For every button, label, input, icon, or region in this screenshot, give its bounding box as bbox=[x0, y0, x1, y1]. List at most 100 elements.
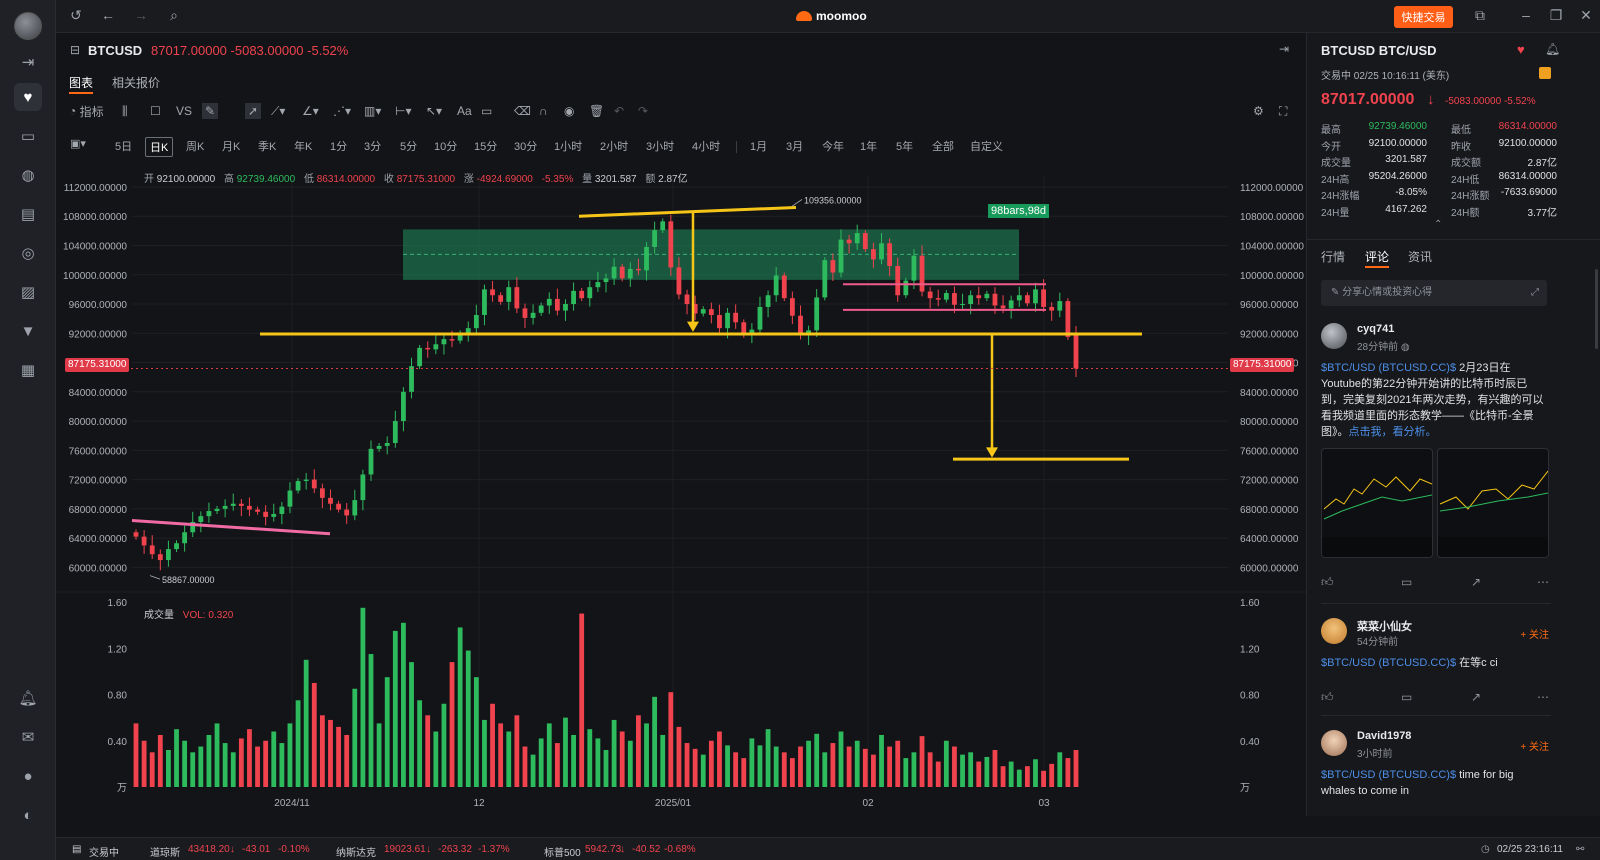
period-10m[interactable]: 10分 bbox=[430, 137, 461, 155]
period-2h[interactable]: 2小时 bbox=[596, 137, 632, 155]
period-15m[interactable]: 15分 bbox=[470, 137, 501, 155]
sp500-name[interactable]: 标普500 bbox=[544, 844, 581, 859]
fullscreen-icon[interactable]: ⛶ bbox=[1279, 103, 1287, 119]
post-image-1[interactable] bbox=[1321, 448, 1433, 558]
period-yearly[interactable]: 年K bbox=[290, 137, 316, 155]
trash-icon[interactable]: 🗑︎ bbox=[589, 103, 604, 119]
more-icon[interactable]: ⋯ bbox=[1537, 575, 1549, 589]
period-1month[interactable]: 1月 bbox=[746, 137, 771, 155]
popout-icon[interactable]: ⧉ bbox=[1470, 7, 1490, 24]
undo-icon[interactable]: ↶ bbox=[614, 103, 624, 119]
back-arrow-icon[interactable]: ← bbox=[98, 7, 118, 23]
indicator-button[interactable]: ◔ 指标 bbox=[69, 103, 104, 119]
dow-name[interactable]: 道琼斯 bbox=[150, 844, 180, 859]
alert-bell-icon[interactable]: 🔔︎ bbox=[1545, 42, 1560, 56]
comment-post[interactable]: David1978 3小时前 + 关注 $BTC/USD (BTCUSD.CC)… bbox=[1321, 730, 1549, 816]
moomoo-circle-icon[interactable]: ◐ bbox=[14, 801, 42, 829]
tab-comments[interactable]: 评论 bbox=[1365, 248, 1390, 268]
watchlist-heart-icon[interactable]: ♥ bbox=[14, 83, 42, 111]
forward-arrow-icon[interactable]: → bbox=[131, 7, 151, 23]
filter-icon[interactable]: ▼ bbox=[14, 317, 42, 345]
restore-icon[interactable]: ❐ bbox=[1546, 7, 1566, 24]
eraser-icon[interactable]: ⌫ bbox=[514, 103, 531, 119]
news-icon[interactable]: ▦ bbox=[14, 356, 42, 384]
avatar[interactable] bbox=[1321, 730, 1347, 756]
share-input[interactable]: ✎ 分享心情或投资心得 ⤢ bbox=[1321, 280, 1547, 306]
symbol-box-icon[interactable]: ⊟ bbox=[70, 43, 80, 57]
mail-icon[interactable]: ✉ bbox=[14, 723, 42, 751]
planet-icon[interactable]: ◍ bbox=[14, 161, 42, 189]
quick-trade-button[interactable]: 快捷交易 bbox=[1394, 6, 1453, 28]
wallet-icon[interactable]: ▭ bbox=[14, 122, 42, 150]
period-5y[interactable]: 5年 bbox=[892, 137, 917, 155]
collapse-panel-icon[interactable]: ⇥ bbox=[1279, 42, 1289, 56]
ticker-link[interactable]: $BTC/USD (BTCUSD.CC)$ bbox=[1321, 769, 1456, 781]
period-30m[interactable]: 30分 bbox=[510, 137, 541, 155]
comment-icon[interactable]: ▭ bbox=[1401, 575, 1412, 589]
candle-type-icon[interactable]: ⫼ bbox=[122, 103, 128, 119]
like-icon[interactable]: 👍︎ bbox=[1321, 690, 1334, 705]
search-icon[interactable]: ⌕ bbox=[164, 7, 184, 24]
magnet-icon[interactable]: ∩ bbox=[539, 103, 548, 119]
pattern-tool-icon[interactable]: ⋰▾ bbox=[333, 103, 351, 119]
arrow-tool-icon[interactable]: ↖▾ bbox=[426, 103, 442, 119]
expand-icon[interactable]: ⤢ bbox=[1531, 280, 1539, 306]
period-ytd[interactable]: 今年 bbox=[818, 137, 848, 155]
post-image-2[interactable] bbox=[1437, 448, 1549, 558]
period-monthly[interactable]: 月K bbox=[218, 137, 244, 155]
fib-tool-icon[interactable]: ▥▾ bbox=[364, 103, 381, 119]
period-weekly[interactable]: 周K bbox=[182, 137, 208, 155]
link-icon[interactable]: ⚯ bbox=[1576, 844, 1584, 855]
tab-chart[interactable]: 图表 bbox=[69, 74, 94, 94]
candlestick-chart[interactable]: 112000.00000 112000.00000 108000.00000 1080… bbox=[56, 162, 1306, 816]
period-1h[interactable]: 1小时 bbox=[550, 137, 586, 155]
user-avatar[interactable] bbox=[14, 12, 42, 40]
text-tool-button[interactable]: Aa bbox=[457, 103, 472, 119]
expand-icon[interactable]: ⇥ bbox=[14, 48, 42, 76]
bell-icon[interactable]: 🔔︎ bbox=[14, 684, 42, 712]
nasdaq-name[interactable]: 纳斯达克 bbox=[336, 844, 376, 859]
chart-icon[interactable]: ▨ bbox=[14, 278, 42, 306]
comment-post[interactable]: cyq741 28分钟前 ◍ $BTC/USD (BTCUSD.CC)$ 2月2… bbox=[1321, 323, 1549, 593]
redo-icon[interactable]: ↷ bbox=[638, 103, 648, 119]
tab-related-quotes[interactable]: 相关报价 bbox=[112, 74, 160, 91]
eye-icon[interactable]: ◉ bbox=[564, 103, 574, 119]
angle-tool-icon[interactable]: ∠▾ bbox=[302, 103, 319, 119]
period-4h[interactable]: 4小时 bbox=[688, 137, 724, 155]
tab-news[interactable]: 资讯 bbox=[1408, 248, 1432, 265]
settings-gear-icon[interactable]: ⚙ bbox=[1253, 103, 1264, 119]
minimize-icon[interactable]: – bbox=[1516, 7, 1536, 23]
line-tool-icon[interactable]: ⟋▾ bbox=[271, 103, 285, 119]
vs-compare-button[interactable]: VS bbox=[176, 103, 192, 119]
like-icon[interactable]: 👍︎ bbox=[1321, 575, 1334, 590]
markets-icon[interactable]: ▤ bbox=[14, 200, 42, 228]
cursor-icon[interactable]: ➚ bbox=[245, 103, 262, 119]
comment-post[interactable]: 菜菜小仙女 54分钟前 + 关注 $BTC/USD (BTCUSD.CC)$ 在… bbox=[1321, 618, 1549, 718]
tab-market[interactable]: 行情 bbox=[1321, 248, 1345, 265]
ticker-link[interactable]: $BTC/USD (BTCUSD.CC)$ bbox=[1321, 362, 1456, 374]
period-all[interactable]: 全部 bbox=[928, 137, 958, 155]
post-author[interactable]: cyq741 bbox=[1357, 323, 1394, 335]
history-icon[interactable]: ↺ bbox=[66, 7, 86, 24]
period-1y[interactable]: 1年 bbox=[856, 137, 881, 155]
scrollbar[interactable] bbox=[1595, 269, 1598, 349]
square-icon[interactable]: ☐ bbox=[150, 103, 161, 119]
post-author[interactable]: David1978 bbox=[1357, 730, 1411, 742]
collapse-stats-icon[interactable]: ⌃ bbox=[1434, 219, 1442, 230]
measure-tool-icon[interactable]: ⊢▾ bbox=[395, 103, 411, 119]
period-3h[interactable]: 3小时 bbox=[642, 137, 678, 155]
share-icon[interactable]: ↗ bbox=[1471, 690, 1481, 704]
period-1m[interactable]: 1分 bbox=[326, 137, 351, 155]
chat-icon[interactable]: ● bbox=[14, 762, 42, 790]
period-3m[interactable]: 3分 bbox=[360, 137, 385, 155]
avatar[interactable] bbox=[1321, 618, 1347, 644]
more-icon[interactable]: ⋯ bbox=[1537, 690, 1549, 704]
comment-icon[interactable]: ▭ bbox=[1401, 690, 1412, 704]
comment-tool-icon[interactable]: ▭ bbox=[481, 103, 492, 119]
close-icon[interactable]: ✕ bbox=[1576, 7, 1596, 24]
pen-icon[interactable]: ✎ bbox=[202, 103, 219, 119]
follow-button[interactable]: + 关注 bbox=[1520, 738, 1549, 753]
period-daily[interactable]: 日K bbox=[145, 137, 174, 157]
discover-compass-icon[interactable]: ◎ bbox=[14, 239, 42, 267]
chart-area[interactable]: 112000.00000 112000.00000 108000.00000 1080… bbox=[56, 162, 1306, 816]
